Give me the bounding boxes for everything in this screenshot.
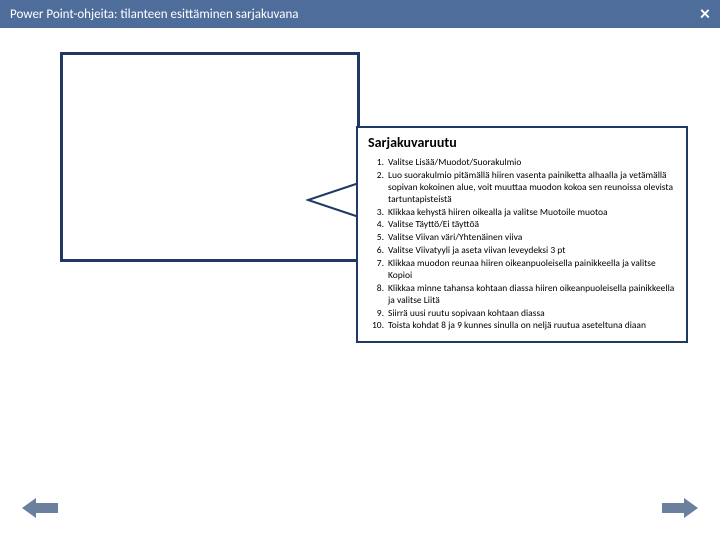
close-icon[interactable]: × xyxy=(700,4,710,24)
list-item: 2.Luo suorakulmio pitämällä hiiren vasen… xyxy=(368,170,676,206)
list-item: 4.Valitse Täyttö/Ei täyttöä xyxy=(368,219,676,231)
list-item: 6.Valitse Viivatyyli ja aseta viivan lev… xyxy=(368,245,676,257)
list-item: 3.Klikkaa kehystä hiiren oikealla ja val… xyxy=(368,207,676,219)
list-item: 1.Valitse Lisää/Muodot/Suorakulmio xyxy=(368,157,676,169)
instruction-list: 1.Valitse Lisää/Muodot/Suorakulmio 2.Luo… xyxy=(368,157,676,332)
next-arrow-icon[interactable] xyxy=(662,498,698,518)
prev-arrow-icon[interactable] xyxy=(22,498,58,518)
list-item: 7.Klikkaa muodon reunaa hiiren oikeanpuo… xyxy=(368,258,676,282)
list-item: 9.Siirrä uusi ruutu sopivaan kohtaan dia… xyxy=(368,308,676,320)
page-title: Power Point-ohjeita: tilanteen esittämin… xyxy=(10,7,299,22)
comic-frame-example xyxy=(60,52,360,262)
title-bar: Power Point-ohjeita: tilanteen esittämin… xyxy=(0,0,720,28)
list-item: 8.Klikkaa minne tahansa kohtaan diassa h… xyxy=(368,283,676,307)
list-item: 5.Valitse Viivan väri/Yhtenäinen viiva xyxy=(368,232,676,244)
instructions-callout: Sarjakuvaruutu 1.Valitse Lisää/Muodot/Su… xyxy=(356,126,688,343)
callout-heading: Sarjakuvaruutu xyxy=(368,134,676,151)
list-item: 10.Toista kohdat 8 ja 9 kunnes sinulla o… xyxy=(368,320,676,332)
